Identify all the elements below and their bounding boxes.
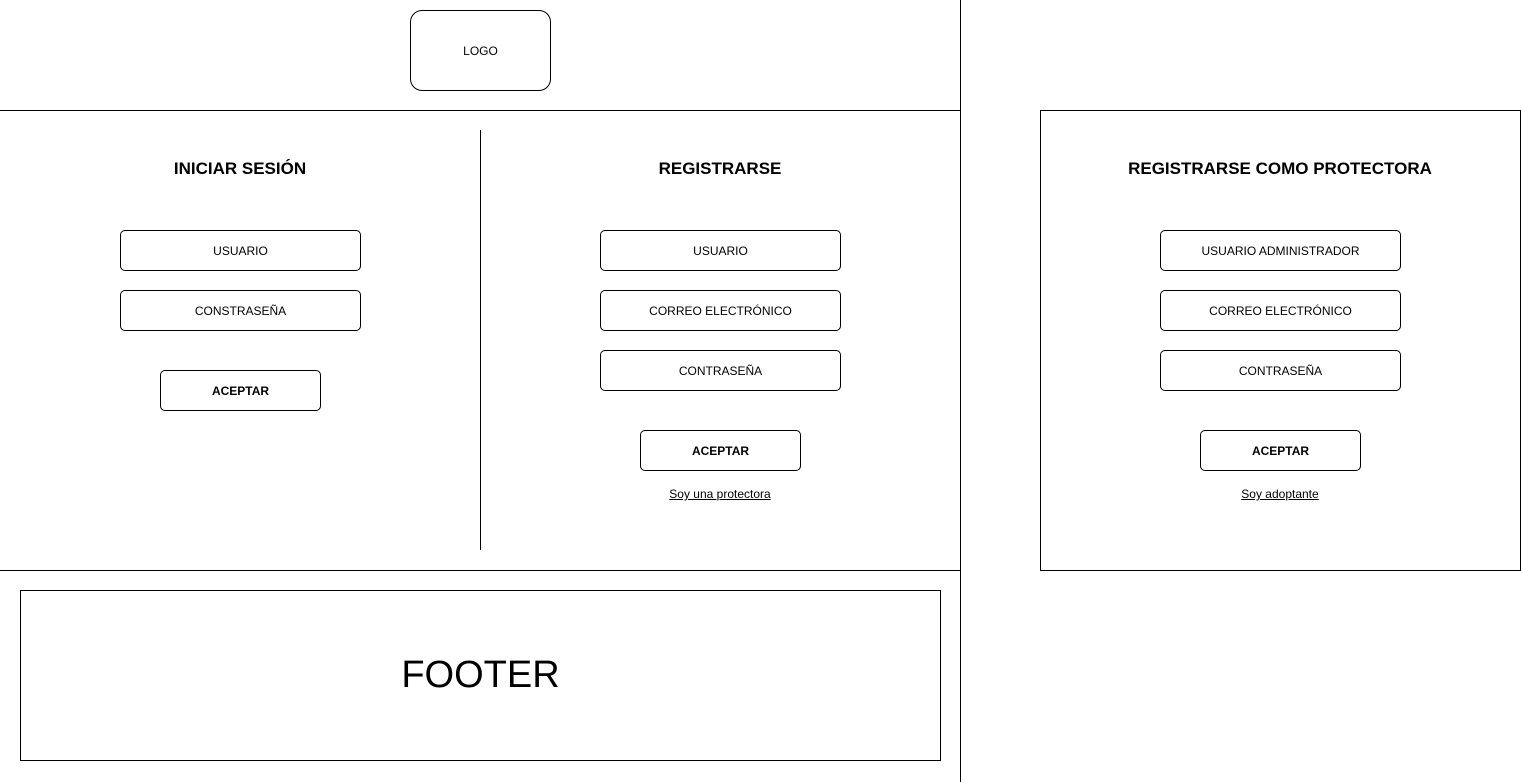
register-email-field[interactable]: CORREO ELECTRÓNICO bbox=[600, 290, 841, 331]
register-user-field[interactable]: USUARIO bbox=[600, 230, 841, 271]
protectora-accept-button-label: ACEPTAR bbox=[1251, 443, 1310, 458]
login-accept-button[interactable]: ACEPTAR bbox=[160, 370, 321, 411]
register-user-field-label: USUARIO bbox=[693, 243, 748, 258]
protectora-admin-user-field-label: USUARIO ADMINISTRADOR bbox=[1201, 243, 1360, 258]
login-accept-button-label: ACEPTAR bbox=[211, 383, 270, 398]
header-divider bbox=[0, 110, 960, 111]
register-accept-button-label: ACEPTAR bbox=[691, 443, 750, 458]
footer-placeholder: FOOTER bbox=[20, 590, 941, 761]
register-password-field[interactable]: CONTRASEÑA bbox=[600, 350, 841, 391]
register-password-field-label: CONTRASEÑA bbox=[678, 363, 763, 378]
login-title: INICIAR SESIÓN bbox=[173, 159, 307, 178]
content-bottom-divider bbox=[0, 570, 960, 571]
register-title: REGISTRARSE bbox=[658, 159, 782, 178]
login-password-field-label: CONSTRASEÑA bbox=[194, 303, 287, 318]
protectora-password-field[interactable]: CONTRASEÑA bbox=[1160, 350, 1401, 391]
protectora-admin-user-field[interactable]: USUARIO ADMINISTRADOR bbox=[1160, 230, 1401, 271]
logo-placeholder: LOGO bbox=[410, 10, 551, 91]
column-divider bbox=[480, 130, 481, 550]
logo-label: LOGO bbox=[463, 43, 498, 58]
register-protectora-panel bbox=[1040, 110, 1521, 571]
protectora-link[interactable]: Soy una protectora bbox=[620, 487, 820, 501]
adoptante-link[interactable]: Soy adoptante bbox=[1180, 487, 1380, 501]
register-email-field-label: CORREO ELECTRÓNICO bbox=[649, 303, 792, 318]
protectora-email-field[interactable]: CORREO ELECTRÓNICO bbox=[1160, 290, 1401, 331]
protectora-email-field-label: CORREO ELECTRÓNICO bbox=[1209, 303, 1352, 318]
login-user-field-label: USUARIO bbox=[213, 243, 268, 258]
main-frame-right-border bbox=[960, 0, 961, 782]
register-accept-button[interactable]: ACEPTAR bbox=[640, 430, 801, 471]
login-user-field[interactable]: USUARIO bbox=[120, 230, 361, 271]
login-password-field[interactable]: CONSTRASEÑA bbox=[120, 290, 361, 331]
protectora-accept-button[interactable]: ACEPTAR bbox=[1200, 430, 1361, 471]
protectora-password-field-label: CONTRASEÑA bbox=[1238, 363, 1323, 378]
register-protectora-title: REGISTRARSE COMO PROTECTORA bbox=[1128, 159, 1432, 178]
footer-label: FOOTER bbox=[401, 654, 560, 696]
